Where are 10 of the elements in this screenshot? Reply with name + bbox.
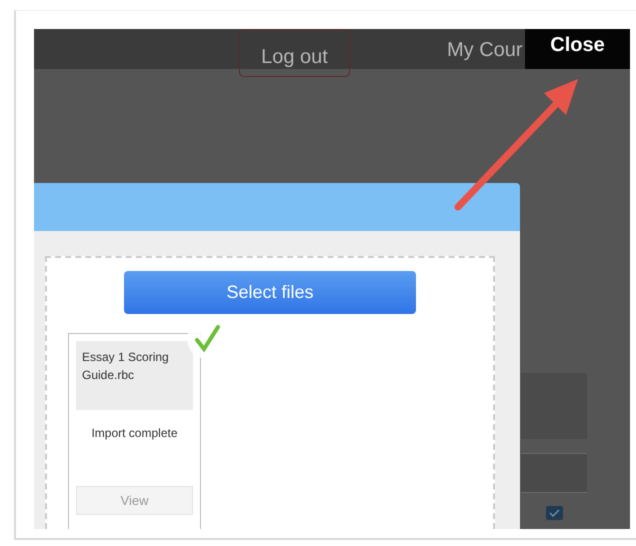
table-row — [521, 453, 587, 493]
select-files-button[interactable]: Select files — [124, 271, 416, 314]
file-name: Essay 1 Scoring Guide.rbc — [82, 350, 169, 382]
nav-link[interactable]: My Cour — [447, 39, 523, 62]
checkmark-icon — [548, 509, 560, 517]
logout-button[interactable]: Log out — [239, 29, 350, 77]
checkbox[interactable] — [546, 506, 562, 520]
close-button[interactable]: Close — [525, 29, 630, 69]
table-header — [521, 373, 587, 439]
import-status: Import complete — [90, 426, 179, 440]
